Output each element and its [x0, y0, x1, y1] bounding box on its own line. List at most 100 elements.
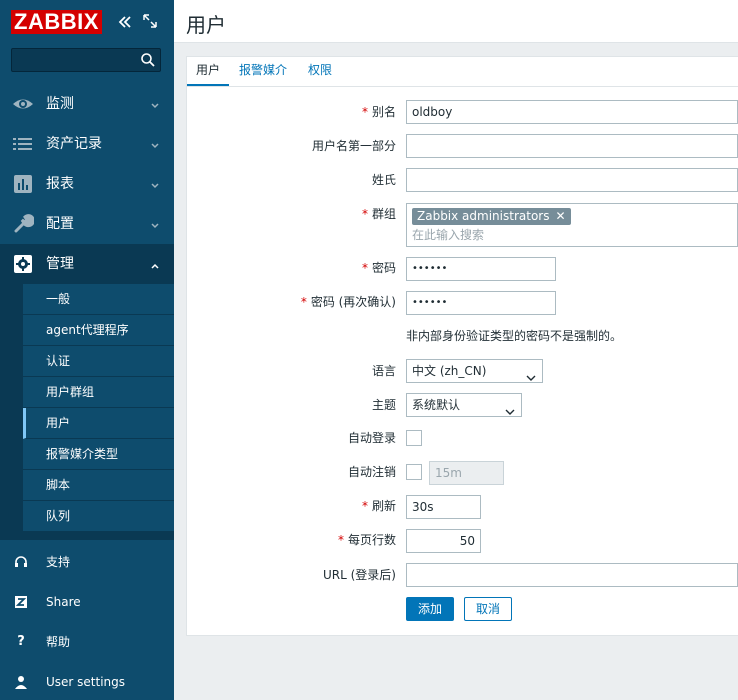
menu-label: Share: [46, 595, 81, 609]
submenu-label: 认证: [46, 354, 71, 368]
menu-label: User settings: [46, 675, 126, 689]
url-input[interactable]: [406, 563, 738, 587]
group-chip: Zabbix administrators ✕: [412, 208, 571, 225]
submenu-spacer: [0, 532, 174, 540]
add-button[interactable]: 添加: [406, 597, 454, 621]
menu-inventory[interactable]: 资产记录: [0, 124, 174, 164]
eye-icon: [12, 94, 34, 114]
groups-search-placeholder[interactable]: 在此输入搜索: [412, 227, 484, 243]
chip-label: Zabbix administrators: [417, 209, 550, 223]
autologout-label: 自动注销: [347, 465, 396, 479]
menu-share[interactable]: Share: [0, 582, 174, 622]
tab-bar: 用户 报警媒介 权限: [186, 56, 738, 86]
page-header: [174, 0, 738, 43]
submenu-authentication[interactable]: 认证: [23, 346, 174, 377]
submenu-label: agent代理程序: [46, 323, 129, 337]
submenu-scripts[interactable]: 脚本: [23, 470, 174, 501]
main-menu: 监测 资产记录 报表 配置 管理 一般 agent代理程序 认证 用户群组 用户…: [0, 84, 174, 540]
password-input[interactable]: ••••••: [406, 257, 556, 281]
chevron-down-icon: [150, 219, 160, 229]
language-select[interactable]: 中文 (zh_CN): [406, 359, 543, 383]
select-value: 系统默认: [412, 398, 461, 412]
user-icon: [13, 674, 29, 690]
autologout-input[interactable]: 15m: [429, 461, 504, 485]
menu-reports[interactable]: 报表: [0, 164, 174, 204]
submenu-queue[interactable]: 队列: [23, 501, 174, 532]
collapse-sidebar-icon[interactable]: [117, 14, 133, 30]
submenu-user-groups[interactable]: 用户群组: [23, 377, 174, 408]
menu-label: 帮助: [46, 635, 71, 649]
label-text: 密码: [371, 261, 396, 275]
label-text: 群组: [371, 207, 396, 221]
rows-per-page-input[interactable]: 50: [406, 529, 481, 553]
tab-media[interactable]: 报警媒介: [239, 57, 287, 86]
headset-icon: [13, 554, 29, 570]
menu-help[interactable]: ? 帮助: [0, 622, 174, 662]
required-mark: *: [361, 105, 368, 119]
surname-input[interactable]: [406, 168, 738, 192]
menu-label: 监测: [46, 96, 74, 112]
chevron-up-icon: [150, 259, 160, 269]
page-title: 用户: [186, 13, 226, 37]
refresh-label: * 刷新: [362, 498, 396, 514]
sidebar-search-input[interactable]: [11, 48, 161, 72]
required-mark: *: [361, 261, 368, 275]
tab-permissions[interactable]: 权限: [308, 57, 332, 86]
sidebar: ZABBIX 监测 资产记录 报表 配置 管理 一般 agent代理程序 认证 …: [0, 0, 174, 700]
chevron-down-icon: [150, 139, 160, 149]
menu-monitoring[interactable]: 监测: [0, 84, 174, 124]
submenu-general[interactable]: 一般: [23, 284, 174, 315]
autologin-label: 自动登录: [347, 431, 396, 445]
autologout-checkbox[interactable]: [406, 464, 422, 480]
chevron-down-icon: [150, 99, 160, 109]
chevron-down-icon: [150, 179, 160, 189]
gear-icon: [12, 254, 34, 274]
name-label: 用户名第一部分: [311, 139, 396, 153]
menu-configuration[interactable]: 配置: [0, 204, 174, 244]
required-mark: *: [337, 533, 344, 547]
url-label: URL (登录后): [323, 568, 396, 582]
menu-label: 配置: [46, 216, 74, 232]
admin-submenu: 一般 agent代理程序 认证 用户群组 用户 报警媒介类型 脚本 队列: [0, 284, 174, 540]
chevron-down-icon: [526, 367, 536, 381]
language-label: 语言: [371, 364, 396, 378]
bar-chart-icon: [12, 174, 34, 194]
menu-support[interactable]: 支持: [0, 542, 174, 582]
password-label: * 密码: [362, 260, 396, 276]
zabbix-logo[interactable]: ZABBIX: [11, 10, 102, 34]
bottom-menu: 支持 Share ? 帮助 User settings: [0, 542, 174, 700]
alias-input[interactable]: oldboy: [406, 100, 738, 124]
label-text: 刷新: [371, 499, 396, 513]
required-mark: *: [300, 295, 307, 309]
label-text: 每页行数: [347, 533, 396, 547]
theme-select[interactable]: 系统默认: [406, 393, 522, 417]
submenu-users[interactable]: 用户: [23, 408, 174, 439]
submenu-label: 用户群组: [46, 385, 95, 399]
submenu-media-types[interactable]: 报警媒介类型: [23, 439, 174, 470]
menu-label: 资产记录: [46, 136, 102, 152]
autologin-checkbox[interactable]: [406, 430, 422, 446]
question-icon: ?: [17, 634, 25, 649]
submenu-label: 队列: [46, 509, 71, 523]
password-confirm-input[interactable]: ••••••: [406, 291, 556, 315]
name-input[interactable]: [406, 134, 738, 158]
menu-administration[interactable]: 管理: [0, 244, 174, 284]
submenu-label: 用户: [46, 416, 71, 430]
submenu-label: 脚本: [46, 478, 71, 492]
menu-user-settings[interactable]: User settings: [0, 662, 174, 700]
menu-label: 报表: [46, 176, 74, 192]
chevron-down-icon: [505, 401, 515, 415]
search-icon[interactable]: [140, 52, 156, 68]
required-mark: *: [361, 207, 368, 221]
theme-label: 主题: [371, 398, 396, 412]
refresh-input[interactable]: 30s: [406, 495, 481, 519]
kiosk-mode-icon[interactable]: [143, 14, 157, 28]
cancel-button[interactable]: 取消: [464, 597, 512, 621]
tab-user[interactable]: 用户: [187, 57, 230, 86]
password-hint: 非内部身份验证类型的密码不是强制的。: [406, 329, 623, 343]
submenu-proxies[interactable]: agent代理程序: [23, 315, 174, 346]
z-icon: [13, 594, 29, 610]
groups-multiselect[interactable]: Zabbix administrators ✕ 在此输入搜索: [406, 203, 738, 247]
remove-chip-icon[interactable]: ✕: [555, 209, 565, 223]
required-mark: *: [361, 499, 368, 513]
